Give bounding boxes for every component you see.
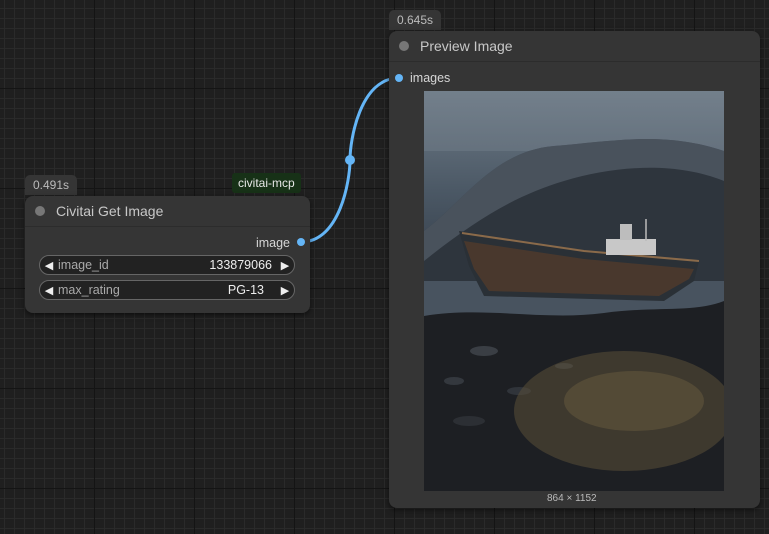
increment-arrow-icon[interactable]: ▶ (276, 259, 294, 272)
image-id-widget[interactable]: ◀ image_id 133879066 ▶ (39, 255, 295, 275)
decrement-arrow-icon[interactable]: ◀ (40, 259, 58, 272)
image-id-label: image_id (58, 258, 109, 272)
preview-node-header[interactable]: Preview Image (389, 31, 760, 62)
image-output-label: image (255, 236, 290, 250)
increment-arrow-icon[interactable]: ▶ (276, 284, 294, 297)
civitai-node-title: Civitai Get Image (56, 203, 164, 219)
civitai-node-header[interactable]: Civitai Get Image (25, 196, 310, 227)
image-dimensions-label: 864 × 1152 (547, 493, 597, 504)
preview-image (424, 91, 724, 491)
preview-node-title: Preview Image (420, 38, 513, 54)
civitai-get-image-node[interactable]: Civitai Get Image image ◀ image_id 13387… (25, 196, 310, 313)
max-rating-value[interactable]: PG-13 (228, 283, 264, 297)
max-rating-label: max_rating (58, 283, 120, 297)
images-input-label: images (410, 71, 451, 85)
node-collapse-dot-icon[interactable] (35, 206, 45, 216)
images-input-port[interactable] (395, 74, 403, 82)
civitai-mcp-tag: civitai-mcp (232, 173, 301, 193)
max-rating-widget[interactable]: ◀ max_rating PG-13 ▶ (39, 280, 295, 300)
preview-node-timing-badge: 0.645s (389, 10, 442, 30)
image-output-port[interactable] (297, 238, 305, 246)
preview-image-node[interactable]: Preview Image images 864 × 1152 (389, 31, 760, 508)
civitai-node-timing-badge: 0.491s (25, 175, 78, 195)
image-id-value[interactable]: 133879066 (209, 258, 272, 272)
decrement-arrow-icon[interactable]: ◀ (40, 284, 58, 297)
node-collapse-dot-icon[interactable] (399, 41, 409, 51)
